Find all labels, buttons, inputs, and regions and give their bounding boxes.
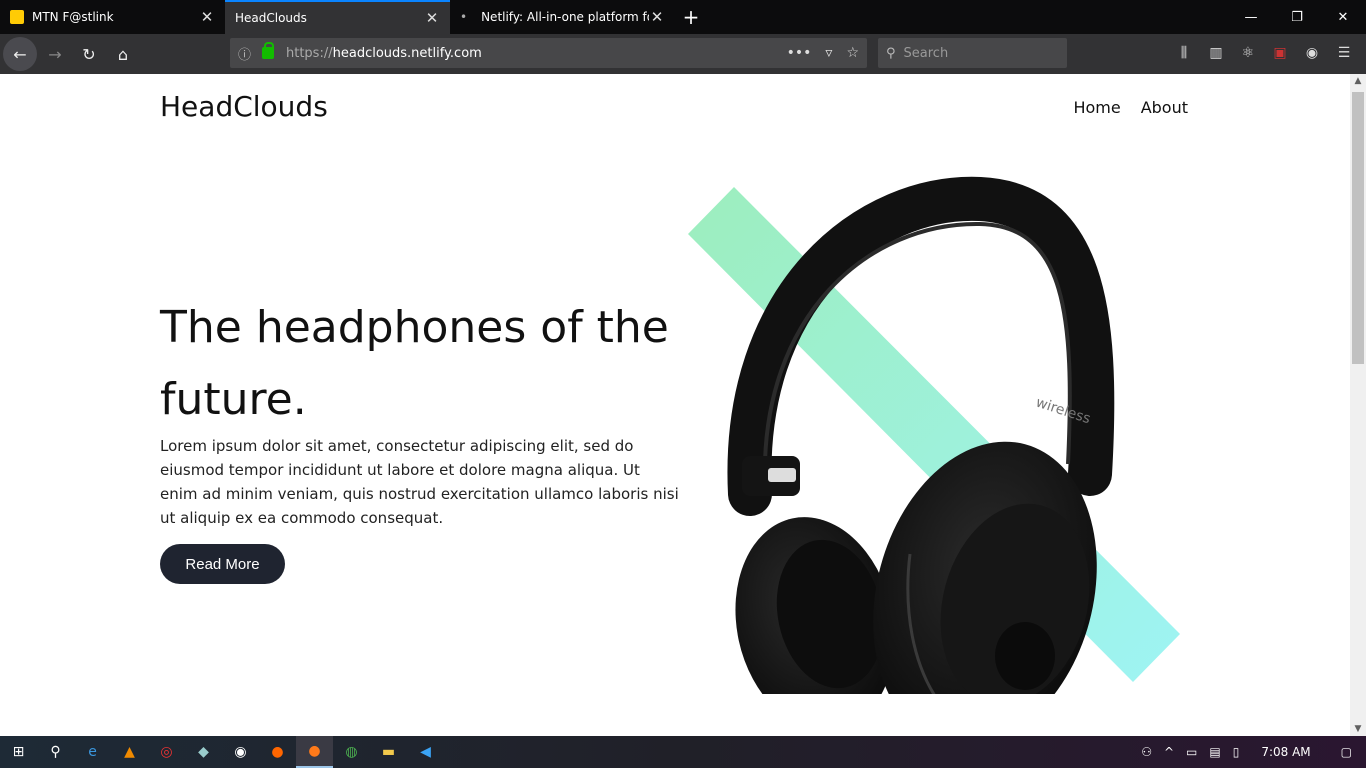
restore-button[interactable]: ❐ xyxy=(1274,0,1320,34)
minimize-button[interactable]: — xyxy=(1228,0,1274,34)
home-button[interactable]: ⌂ xyxy=(107,38,139,70)
page-scrollbar[interactable]: ▲ ▼ xyxy=(1350,74,1366,736)
address-bar[interactable]: ⓘ https://headclouds.netlify.com ••• ▿ ☆ xyxy=(230,38,867,68)
tab-netlify[interactable]: • Netlify: All-in-one platform for ✕ xyxy=(450,0,675,34)
site-brand[interactable]: HeadClouds xyxy=(160,90,328,123)
tab-headclouds[interactable]: HeadClouds ✕ xyxy=(225,0,450,34)
scrollbar-thumb[interactable] xyxy=(1352,92,1364,364)
page-actions-icon[interactable]: ••• xyxy=(787,45,812,61)
mtn-favicon-icon xyxy=(10,10,24,24)
close-window-button[interactable]: ✕ xyxy=(1320,0,1366,34)
scroll-up-icon[interactable]: ▲ xyxy=(1350,76,1366,86)
tray-chevron-icon[interactable]: ^ xyxy=(1158,745,1180,759)
sidebar-icon[interactable]: ▥ xyxy=(1200,45,1232,61)
search-input[interactable]: ⚲ Search xyxy=(878,38,1067,68)
search-placeholder: Search xyxy=(903,45,949,61)
hero-title: The headphones of the future. xyxy=(160,302,669,425)
tab-mtn[interactable]: MTN F@stlink ✕ xyxy=(0,0,225,34)
nav-home-link[interactable]: Home xyxy=(1073,98,1120,117)
file-explorer-icon[interactable]: ▬ xyxy=(370,736,407,768)
url-text[interactable]: https://headclouds.netlify.com xyxy=(286,46,773,61)
hero-description: Lorem ipsum dolor sit amet, consectetur … xyxy=(160,437,679,527)
menu-icon[interactable]: ☰ xyxy=(1328,45,1360,61)
app-circle-icon[interactable]: ◉ xyxy=(222,736,259,768)
notifications-icon[interactable]: ▢ xyxy=(1327,745,1366,759)
vlc-icon[interactable]: ▲ xyxy=(111,736,148,768)
navigation-toolbar: ← → ↻ ⌂ ⓘ https://headclouds.netlify.com… xyxy=(0,34,1366,74)
tab-title: MTN F@stlink xyxy=(32,10,114,24)
read-more-button[interactable]: Read More xyxy=(160,544,285,584)
reload-button[interactable]: ↻ xyxy=(73,38,105,70)
vscode-icon[interactable]: ◀ xyxy=(407,736,444,768)
system-tray: ⚇ ^ ▭ ▤ ▯ 7:08 AM ▢ xyxy=(1135,736,1366,768)
nav-about-link[interactable]: About xyxy=(1141,98,1188,117)
search-icon[interactable]: ⚲ xyxy=(37,736,74,768)
firefox-icon[interactable]: ● xyxy=(296,736,333,768)
extension-icon[interactable]: ▣ xyxy=(1264,45,1296,61)
app-red-icon[interactable]: ◎ xyxy=(148,736,185,768)
clock-text[interactable]: 7:08 AM xyxy=(1245,745,1326,759)
close-tab-icon[interactable]: ✕ xyxy=(649,8,665,26)
start-button[interactable]: ⊞ xyxy=(0,736,37,768)
back-button[interactable]: ← xyxy=(3,37,37,71)
lock-icon[interactable] xyxy=(262,42,274,59)
tab-title: HeadClouds xyxy=(235,11,307,25)
search-icon: ⚲ xyxy=(886,45,896,61)
info-icon[interactable]: ⓘ xyxy=(238,44,256,63)
pocket-icon[interactable]: ▿ xyxy=(825,45,832,61)
virtualbox-icon[interactable]: ◆ xyxy=(185,736,222,768)
account-icon[interactable]: ◉ xyxy=(1296,45,1328,61)
new-tab-button[interactable]: + xyxy=(675,0,707,34)
app-orange-icon[interactable]: ● xyxy=(259,736,296,768)
library-icon[interactable]: ⫼ xyxy=(1168,45,1200,61)
windows-taskbar: ⊞ ⚲ e ▲ ◎ ◆ ◉ ● ● ◍ ▬ ◀ ⚇ ^ ▭ ▤ ▯ 7:08 A… xyxy=(0,736,1366,768)
loading-dot-icon: • xyxy=(460,10,468,24)
site-nav: Home About xyxy=(1073,98,1188,117)
headphones-image: wireless xyxy=(688,176,1180,694)
tab-title: Netlify: All-in-one platform for xyxy=(481,10,649,24)
volume-icon[interactable]: ▯ xyxy=(1227,745,1246,759)
people-icon[interactable]: ⚇ xyxy=(1135,745,1158,759)
tab-strip: MTN F@stlink ✕ HeadClouds ✕ • Netlify: A… xyxy=(0,0,1366,34)
chrome-icon[interactable]: ◍ xyxy=(333,736,370,768)
toolbar-icons: ⫼ ▥ ⚛ ▣ ◉ ☰ xyxy=(1168,38,1360,68)
react-devtools-icon[interactable]: ⚛ xyxy=(1232,45,1264,61)
scroll-down-icon[interactable]: ▼ xyxy=(1350,724,1366,734)
close-tab-icon[interactable]: ✕ xyxy=(199,8,215,26)
edge-icon[interactable]: e xyxy=(74,736,111,768)
bookmark-star-icon[interactable]: ☆ xyxy=(846,45,859,61)
page-viewport: HeadClouds Home About The headphones of … xyxy=(0,74,1350,736)
network-icon[interactable]: ▤ xyxy=(1203,745,1226,759)
battery-icon[interactable]: ▭ xyxy=(1180,745,1203,759)
window-controls: — ❐ ✕ xyxy=(1228,0,1366,34)
close-tab-icon[interactable]: ✕ xyxy=(424,9,440,27)
forward-button[interactable]: → xyxy=(39,38,71,70)
